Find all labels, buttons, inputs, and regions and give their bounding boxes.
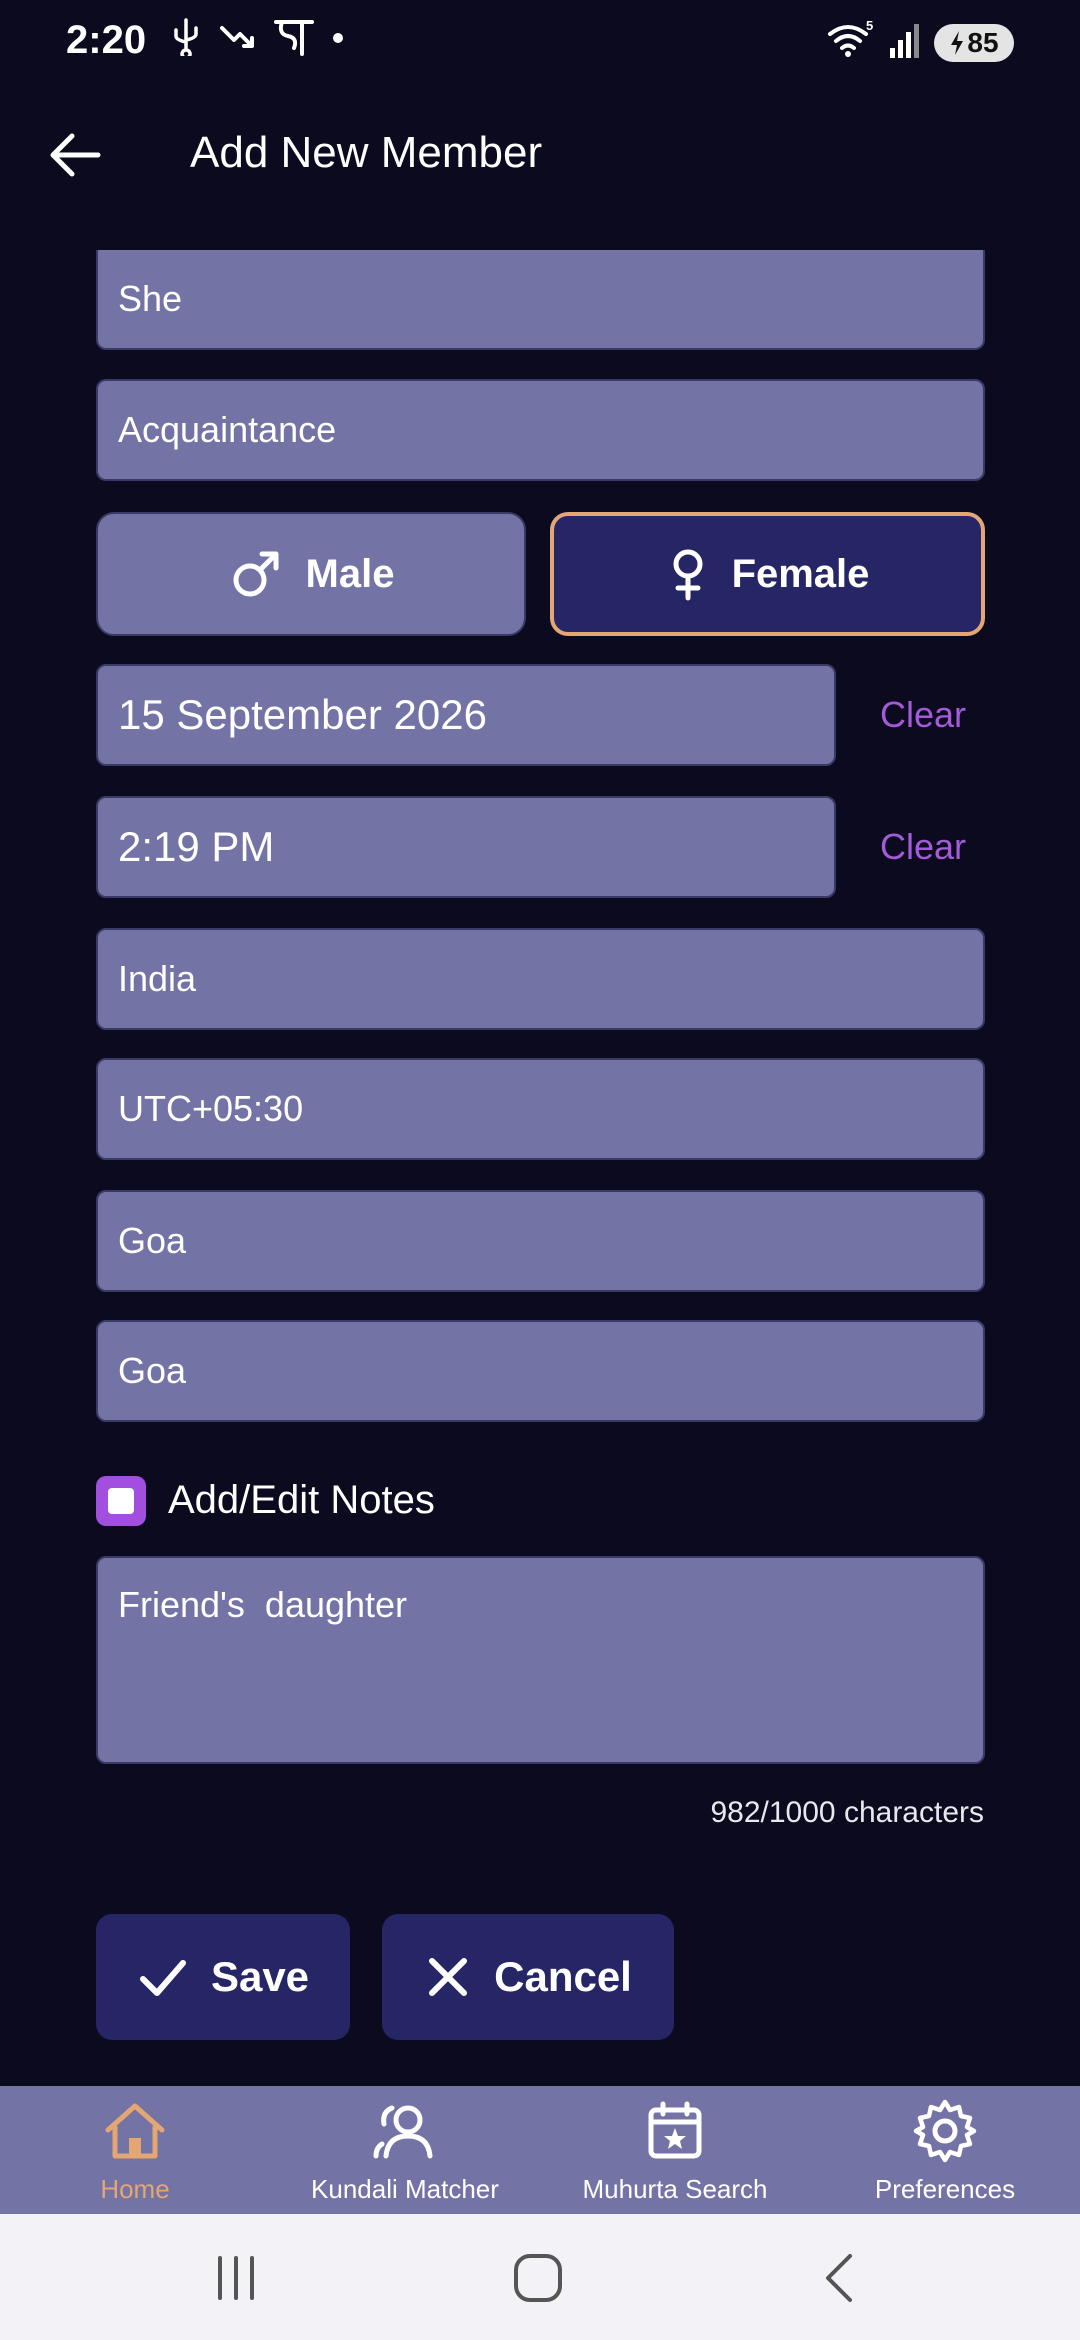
save-button[interactable]: Save [96, 1914, 350, 2040]
female-symbol-icon [673, 549, 703, 601]
battery-indicator: 85 [934, 23, 1014, 62]
nav-item-preferences[interactable]: Preferences [810, 2098, 1080, 2205]
page-title: Add New Member [190, 128, 543, 177]
usb-icon [168, 16, 204, 65]
male-label: Male [305, 551, 395, 596]
home-circle-icon [514, 2254, 562, 2302]
nav-label-muhurta-search: Muhurta Search [582, 2174, 768, 2204]
status-system-icons: 5 85 [826, 18, 1014, 65]
status-bar: 2:20 5 85 [0, 0, 1080, 84]
people-icon [373, 2105, 433, 2159]
signal-icon [888, 20, 922, 65]
cancel-label: Cancel [494, 1953, 632, 2000]
chevron-left-icon [826, 2254, 852, 2302]
battery-level: 85 [967, 26, 999, 58]
recents-button[interactable] [206, 2248, 266, 2308]
calendar-star-icon [648, 2101, 702, 2159]
cancel-button[interactable]: Cancel [382, 1914, 674, 2040]
system-navigation-bar [0, 2214, 1080, 2340]
notes-checkbox-label: Add/Edit Notes [168, 1478, 435, 1522]
status-time: 2:20 [66, 18, 147, 62]
state-field[interactable]: Goa [96, 1190, 985, 1292]
relation-field[interactable]: Acquaintance [96, 379, 985, 481]
nav-item-kundali-matcher[interactable]: Kundali Matcher [270, 2098, 540, 2205]
gear-icon [913, 2099, 977, 2163]
save-label: Save [210, 1953, 310, 2000]
pronoun-field[interactable]: She [96, 250, 985, 350]
trend-down-icon [218, 16, 258, 65]
country-field[interactable]: India [96, 928, 985, 1030]
nav-label-preferences: Preferences [874, 2174, 1016, 2204]
clear-time-button[interactable]: Clear [880, 826, 966, 868]
charging-icon [951, 30, 964, 55]
female-button[interactable]: Female [550, 512, 985, 636]
date-field[interactable]: 15 September 2026 [96, 664, 836, 766]
nav-item-home[interactable]: Home [0, 2098, 270, 2205]
male-symbol-icon [233, 551, 279, 597]
timezone-field[interactable]: UTC+05:30 [96, 1058, 985, 1160]
wifi-icon: 5 [826, 18, 876, 65]
nav-label-kundali-matcher: Kundali Matcher [311, 2174, 499, 2204]
female-label: Female [731, 551, 870, 596]
character-count: 982/1000 characters [710, 1796, 984, 1829]
svg-text:5: 5 [866, 20, 873, 33]
notes-checkbox[interactable] [96, 1476, 146, 1526]
close-icon [429, 1958, 468, 1996]
time-field[interactable]: 2:19 PM [96, 796, 836, 898]
city-field[interactable]: Goa [96, 1320, 985, 1422]
nav-label-home: Home [100, 2174, 170, 2204]
back-button[interactable] [40, 120, 110, 190]
devanagari-app-icon [272, 14, 316, 67]
home-system-button[interactable] [508, 2248, 568, 2308]
male-button[interactable]: Male [96, 512, 526, 636]
app-header: Add New Member [0, 84, 1080, 224]
arrow-left-icon [50, 133, 101, 177]
nav-item-muhurta-search[interactable]: Muhurta Search [540, 2098, 810, 2205]
clear-date-button[interactable]: Clear [880, 694, 966, 736]
bottom-navigation: Home Kundali Matcher Muhurta Search Pref… [0, 2086, 1080, 2214]
system-back-button[interactable] [810, 2248, 870, 2308]
home-icon [105, 2103, 165, 2159]
status-notification-icons [168, 14, 346, 67]
check-icon [139, 1960, 186, 1996]
recents-icon [218, 2256, 254, 2300]
notification-dot-icon [330, 16, 346, 65]
notes-textarea[interactable]: Friend's daughter [96, 1556, 985, 1764]
